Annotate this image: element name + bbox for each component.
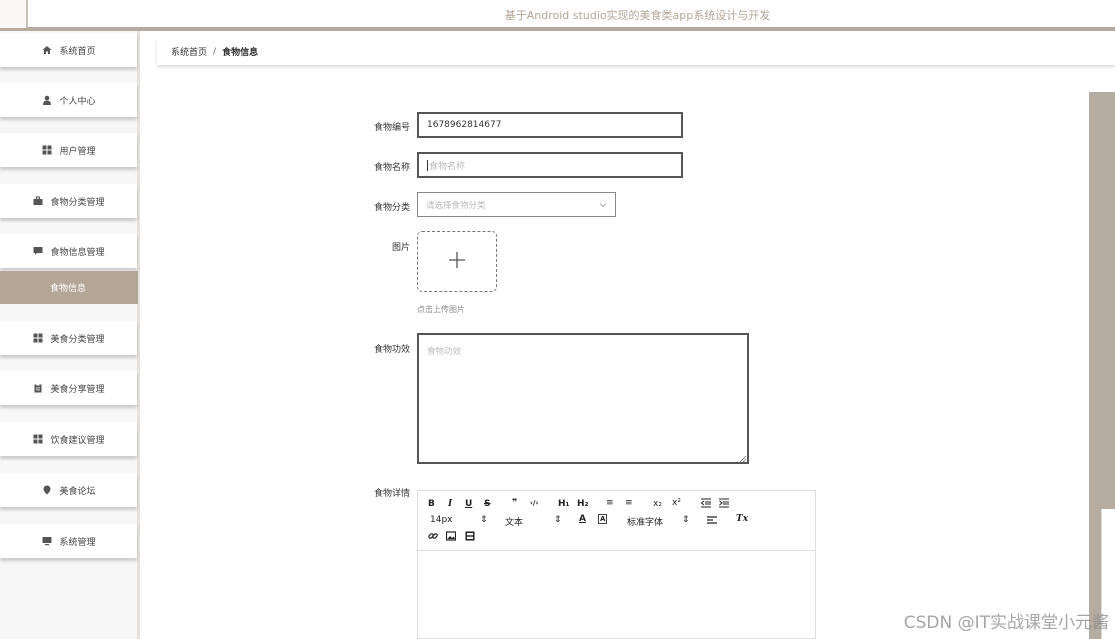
- effect-placeholder: 食物功效: [427, 347, 462, 357]
- sidebar-item-cuisine-category[interactable]: 美食分类管理: [0, 321, 137, 355]
- clear-format-button[interactable]: Tx: [736, 514, 748, 524]
- sidebar-item-label: 饮食建议管理: [50, 435, 105, 446]
- image-label: 图片: [391, 243, 410, 253]
- sidebar-item-system[interactable]: 系统管理: [0, 524, 137, 558]
- sidebar-subitem-food-info[interactable]: 食物信息: [0, 271, 138, 304]
- grid-icon: [32, 332, 44, 344]
- plus-icon: [448, 251, 466, 272]
- category-placeholder: 请选择食物分类: [426, 200, 486, 211]
- superscript-button[interactable]: x²: [672, 498, 681, 508]
- align-icon[interactable]: [707, 515, 717, 528]
- breadcrumb: 系统首页 / 食物信息: [157, 38, 1115, 65]
- chevron-down-icon: [599, 201, 607, 209]
- sidebar-item-label: 食物分类管理: [50, 197, 105, 208]
- top-header: 基于Android studio实现的美食类app系统设计与开发: [0, 0, 1115, 31]
- italic-button[interactable]: I: [448, 499, 452, 509]
- sidebar-item-label: 美食分享管理: [50, 384, 105, 395]
- video-icon[interactable]: [465, 531, 475, 544]
- sidebar-item-label: 系统管理: [59, 537, 96, 548]
- text-type-select[interactable]: 文本: [505, 515, 523, 528]
- link-icon[interactable]: [428, 531, 438, 544]
- monitor-icon: [41, 535, 53, 547]
- breadcrumb-home[interactable]: 系统首页: [171, 45, 207, 58]
- sidebar-item-cuisine-share[interactable]: 美食分享管理: [0, 371, 137, 405]
- food-name-input[interactable]: 食物名称: [417, 152, 683, 178]
- editor-toolbar: B I U S ❞ ‹/› H₁ H₂ ≡ ≡ x₂ x² 14px ⇕ 文本 …: [418, 491, 815, 551]
- upload-hint: 点击上传图片: [417, 305, 465, 314]
- sidebar-item-label: 美食论坛: [59, 486, 96, 497]
- updown-icon: ⇕: [480, 515, 488, 525]
- bullet-list-button[interactable]: ≡: [625, 498, 633, 508]
- effect-textarea[interactable]: 食物功效: [417, 333, 749, 464]
- code-button[interactable]: ‹/›: [530, 499, 538, 507]
- indent-decrease-icon[interactable]: [700, 498, 711, 511]
- chat-icon: [32, 245, 44, 257]
- sidebar-item-forum[interactable]: 美食论坛: [0, 473, 137, 507]
- watermark: CSDN @IT实战课堂小元酱: [903, 613, 1109, 633]
- h1-button[interactable]: H₁: [558, 499, 569, 509]
- resize-handle-icon[interactable]: [739, 455, 747, 463]
- image-icon[interactable]: [445, 531, 457, 544]
- clipboard-icon: [32, 382, 44, 394]
- sidebar-item-label: 系统首页: [59, 46, 96, 57]
- app-title: 基于Android studio实现的美食类app系统设计与开发: [504, 9, 771, 22]
- sidebar-item-food-category[interactable]: 食物分类管理: [0, 184, 137, 218]
- sidebar-item-personal-center[interactable]: 个人中心: [0, 83, 137, 117]
- underline-button[interactable]: U: [465, 499, 472, 509]
- sidebar-item-home[interactable]: 系统首页: [0, 33, 137, 67]
- font-color-button[interactable]: A: [579, 514, 586, 524]
- sidebar-item-label: 用户管理: [59, 146, 96, 157]
- breadcrumb-current: 食物信息: [222, 48, 259, 58]
- briefcase-icon: [32, 195, 44, 207]
- grid-icon: [41, 144, 53, 156]
- font-family-select[interactable]: 标准字体: [627, 515, 663, 528]
- bold-button[interactable]: B: [428, 499, 435, 509]
- font-size-select[interactable]: 14px: [430, 515, 453, 525]
- category-select[interactable]: 请选择食物分类: [417, 192, 616, 217]
- sidebar-item-label: 个人中心: [59, 96, 96, 107]
- sidebar-item-user-management[interactable]: 用户管理: [0, 133, 137, 167]
- category-label: 食物分类: [373, 203, 410, 213]
- user-icon: [41, 94, 53, 106]
- sidebar-item-label: 美食分类管理: [50, 334, 105, 345]
- image-upload-button[interactable]: [417, 231, 497, 292]
- food-id-input[interactable]: 1678962814677: [417, 112, 683, 138]
- pin-icon: [41, 484, 53, 496]
- ordered-list-button[interactable]: ≡: [606, 498, 614, 508]
- sidebar-item-label: 食物信息管理: [50, 247, 105, 258]
- sidebar-item-diet-advice[interactable]: 饮食建议管理: [0, 422, 137, 456]
- sidebar-item-food-info[interactable]: 食物信息管理: [0, 234, 137, 268]
- food-name-placeholder: 食物名称: [429, 161, 466, 172]
- subscript-button[interactable]: x₂: [653, 499, 662, 509]
- indent-increase-icon[interactable]: [719, 498, 729, 511]
- effect-label: 食物功效: [373, 345, 410, 355]
- quote-button[interactable]: ❞: [512, 498, 517, 508]
- home-icon: [41, 44, 53, 56]
- updown-icon: ⇕: [554, 515, 562, 525]
- food-id-label: 食物编号: [373, 123, 410, 133]
- text-cursor: [427, 159, 428, 171]
- updown-icon: ⇕: [682, 515, 690, 525]
- strike-button[interactable]: S: [484, 499, 490, 509]
- bg-color-button[interactable]: A: [598, 514, 608, 524]
- detail-label: 食物详情: [373, 489, 410, 499]
- sidebar: 系统首页 个人中心 用户管理 食物分类管理 食物信息管理 食物信息 美食分类管理…: [0, 31, 140, 639]
- food-name-label: 食物名称: [373, 163, 410, 173]
- breadcrumb-separator: /: [213, 46, 217, 57]
- grid-icon: [32, 433, 44, 445]
- h2-button[interactable]: H₂: [577, 499, 588, 509]
- rich-text-editor: B I U S ❞ ‹/› H₁ H₂ ≡ ≡ x₂ x² 14px ⇕ 文本 …: [417, 490, 816, 639]
